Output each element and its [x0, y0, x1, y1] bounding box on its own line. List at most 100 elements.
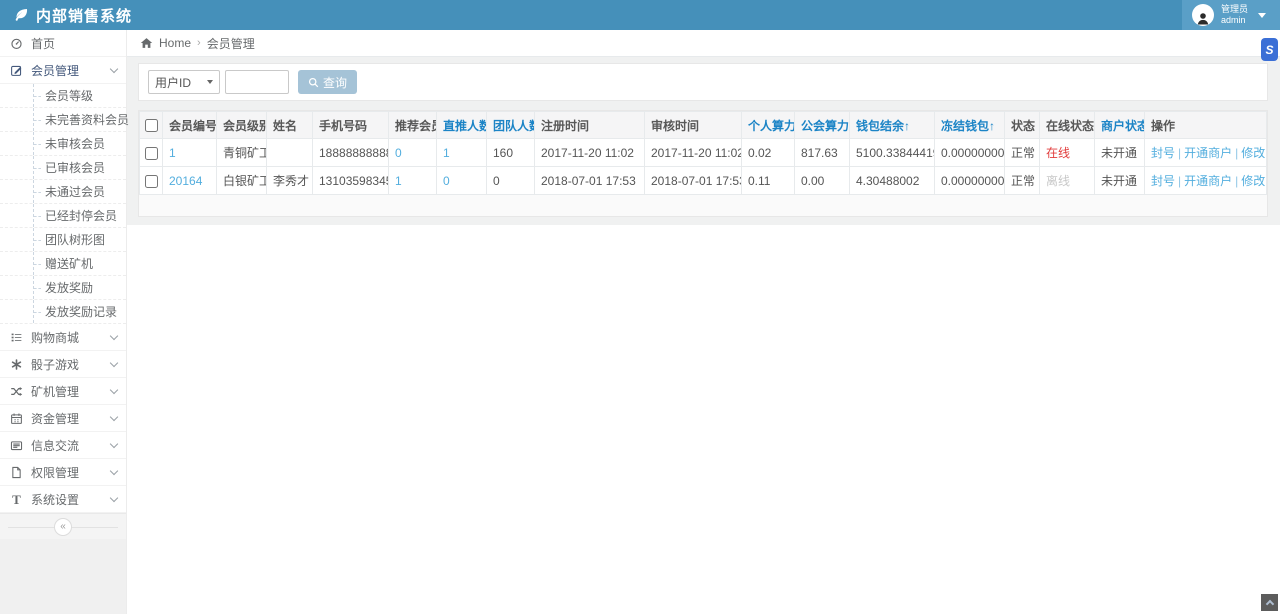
admin-name: admin	[1220, 15, 1246, 25]
calendar-icon	[10, 412, 23, 425]
sidebar-item-mall[interactable]: 购物商城	[0, 324, 126, 351]
filter-select[interactable]: 用户ID	[148, 70, 220, 94]
wallet-balance: 5100.33844419	[849, 138, 935, 167]
sidebar-subitem[interactable]: 已审核会员	[0, 156, 126, 180]
chevron-down-icon	[109, 493, 119, 502]
ban-link[interactable]: 封号	[1151, 174, 1175, 188]
team-count: 0	[486, 166, 535, 195]
chevron-down-icon	[109, 385, 119, 394]
merchant-status: 未开通	[1094, 166, 1145, 195]
edit-link[interactable]: 修改	[1241, 146, 1265, 160]
referrer-link[interactable]: 1	[395, 174, 402, 188]
audit-time: 2018-07-01 17:53	[644, 166, 742, 195]
chevron-down-icon	[109, 466, 119, 475]
member-phone: 13103598345	[312, 166, 389, 195]
sidebar-subitem[interactable]: 已经封停会员	[0, 204, 126, 228]
admin-label: 管理员 admin	[1221, 4, 1248, 26]
leaf-logo-icon	[13, 7, 29, 23]
app-brand: 内部销售系统	[0, 5, 132, 26]
filter-selected-value: 用户ID	[155, 75, 192, 90]
sidebar-item-label: 会员管理	[31, 63, 80, 78]
member-id-link[interactable]: 20164	[169, 174, 202, 188]
personal-power: 0.11	[741, 166, 795, 195]
table-row: 1 青铜矿工 18888888888 0 1 160 2017-11-20 11…	[139, 138, 1267, 167]
sidebar-subitem[interactable]: 赠送矿机	[0, 252, 126, 276]
online-status: 在线	[1039, 138, 1095, 167]
admin-role: 管理员	[1220, 4, 1248, 15]
sidebar-item-miners[interactable]: 矿机管理	[0, 378, 126, 405]
sort-icon: ↑	[904, 118, 911, 133]
members-table-panel: 会员编号 会员级别 姓名 手机号码 推荐会员 直推人数↑ 团队人数↑ 注册时间 …	[138, 110, 1268, 217]
col-merchant-status[interactable]: 商户状态↑	[1094, 111, 1145, 139]
chevron-down-icon	[109, 331, 119, 340]
table-row: 20164 白银矿工 李秀才 13103598345 1 0 0 2018-07…	[139, 166, 1267, 195]
sidebar-collapse-button[interactable]: «	[54, 517, 72, 536]
sidebar-subitem[interactable]: 未审核会员	[0, 132, 126, 156]
sidebar-item-members[interactable]: 会员管理	[0, 57, 126, 84]
sidebar-item-label: 首页	[31, 36, 56, 51]
direct-count-link[interactable]: 0	[443, 174, 450, 188]
breadcrumb: Home › 会员管理	[127, 30, 1280, 57]
shuffle-icon	[10, 385, 23, 398]
admin-menu[interactable]: 管理员 admin	[1181, 0, 1280, 30]
breadcrumb-current: 会员管理	[206, 36, 255, 51]
direct-count-link[interactable]: 1	[443, 146, 450, 160]
sort-icon: ↑	[989, 118, 996, 133]
frozen-wallet: 0.00000000	[934, 138, 1005, 167]
sidebar-item-messages[interactable]: 信息交流	[0, 432, 126, 459]
member-phone: 18888888888	[312, 138, 389, 167]
col-wallet-balance[interactable]: 钱包结余↑	[849, 111, 935, 139]
sidebar-item-dice[interactable]: 骰子游戏	[0, 351, 126, 378]
sidebar-subitem[interactable]: 发放奖励	[0, 276, 126, 300]
sidebar-item-label: 资金管理	[31, 411, 80, 426]
sidebar-submenu-members: 会员等级 未完善资料会员 未审核会员 已审核会员 未通过会员 已经封停会员 团队…	[0, 84, 129, 324]
table-header-row: 会员编号 会员级别 姓名 手机号码 推荐会员 直推人数↑ 团队人数↑ 注册时间 …	[139, 111, 1267, 139]
scroll-to-top-button[interactable]	[1261, 594, 1278, 611]
theme-settings-button[interactable]: S	[1261, 38, 1278, 61]
sidebar-subitem[interactable]: 团队树形图	[0, 228, 126, 252]
chevron-down-icon	[109, 64, 119, 73]
row-checkbox[interactable]	[144, 146, 158, 160]
search-input[interactable]	[225, 70, 289, 94]
sidebar-item-funds[interactable]: 资金管理	[0, 405, 126, 432]
open-merchant-link[interactable]: 开通商户	[1184, 146, 1232, 160]
register-time: 2018-07-01 17:53	[534, 166, 645, 195]
sidebar-subitem[interactable]: 未完善资料会员	[0, 108, 129, 132]
breadcrumb-home[interactable]: Home	[159, 36, 191, 50]
referrer-link[interactable]: 0	[395, 146, 402, 160]
edit-link[interactable]: 修改	[1241, 174, 1265, 188]
member-id-link[interactable]: 1	[169, 146, 176, 160]
col-guild-power[interactable]: 公会算力↑	[794, 111, 850, 139]
table-footer	[139, 195, 1267, 216]
search-button-label: 查询	[323, 75, 348, 90]
col-personal-power[interactable]: 个人算力↑	[741, 111, 795, 139]
col-referrer: 推荐会员	[388, 111, 437, 139]
online-status: 离线	[1039, 166, 1095, 195]
ban-link[interactable]: 封号	[1151, 146, 1175, 160]
col-team-count[interactable]: 团队人数↑	[486, 111, 535, 139]
team-count: 160	[486, 138, 535, 167]
home-icon	[140, 37, 153, 49]
sidebar-item-label: 购物商城	[31, 330, 80, 345]
col-frozen-wallet[interactable]: 冻结钱包↑	[934, 111, 1005, 139]
app-title: 内部销售系统	[36, 7, 133, 25]
select-all-checkbox[interactable]	[144, 119, 158, 133]
edit-icon	[10, 64, 23, 77]
sidebar-subitem[interactable]: 未通过会员	[0, 180, 126, 204]
col-direct-count[interactable]: 直推人数↑	[436, 111, 487, 139]
open-merchant-link[interactable]: 开通商户	[1184, 174, 1232, 188]
chevron-down-icon	[109, 358, 119, 367]
sidebar-subitem[interactable]: 发放奖励记录	[0, 300, 126, 324]
row-checkbox[interactable]	[144, 174, 158, 188]
member-name	[266, 138, 313, 167]
status: 正常	[1004, 166, 1040, 195]
sidebar-item-home[interactable]: 首页	[0, 30, 126, 57]
search-button[interactable]: 查询	[298, 70, 358, 94]
sidebar-subitem[interactable]: 会员等级	[0, 84, 126, 108]
sidebar-item-settings[interactable]: T 系统设置	[0, 486, 126, 513]
sidebar-item-permissions[interactable]: 权限管理	[0, 459, 126, 486]
search-panel: 用户ID 查询	[138, 63, 1268, 101]
col-level: 会员级别	[216, 111, 267, 139]
sidebar-item-label: 矿机管理	[31, 384, 80, 399]
main-content: Home › 会员管理 用户ID 查询 会员编号 会员级别 姓名 手机号码 推荐…	[127, 30, 1280, 614]
